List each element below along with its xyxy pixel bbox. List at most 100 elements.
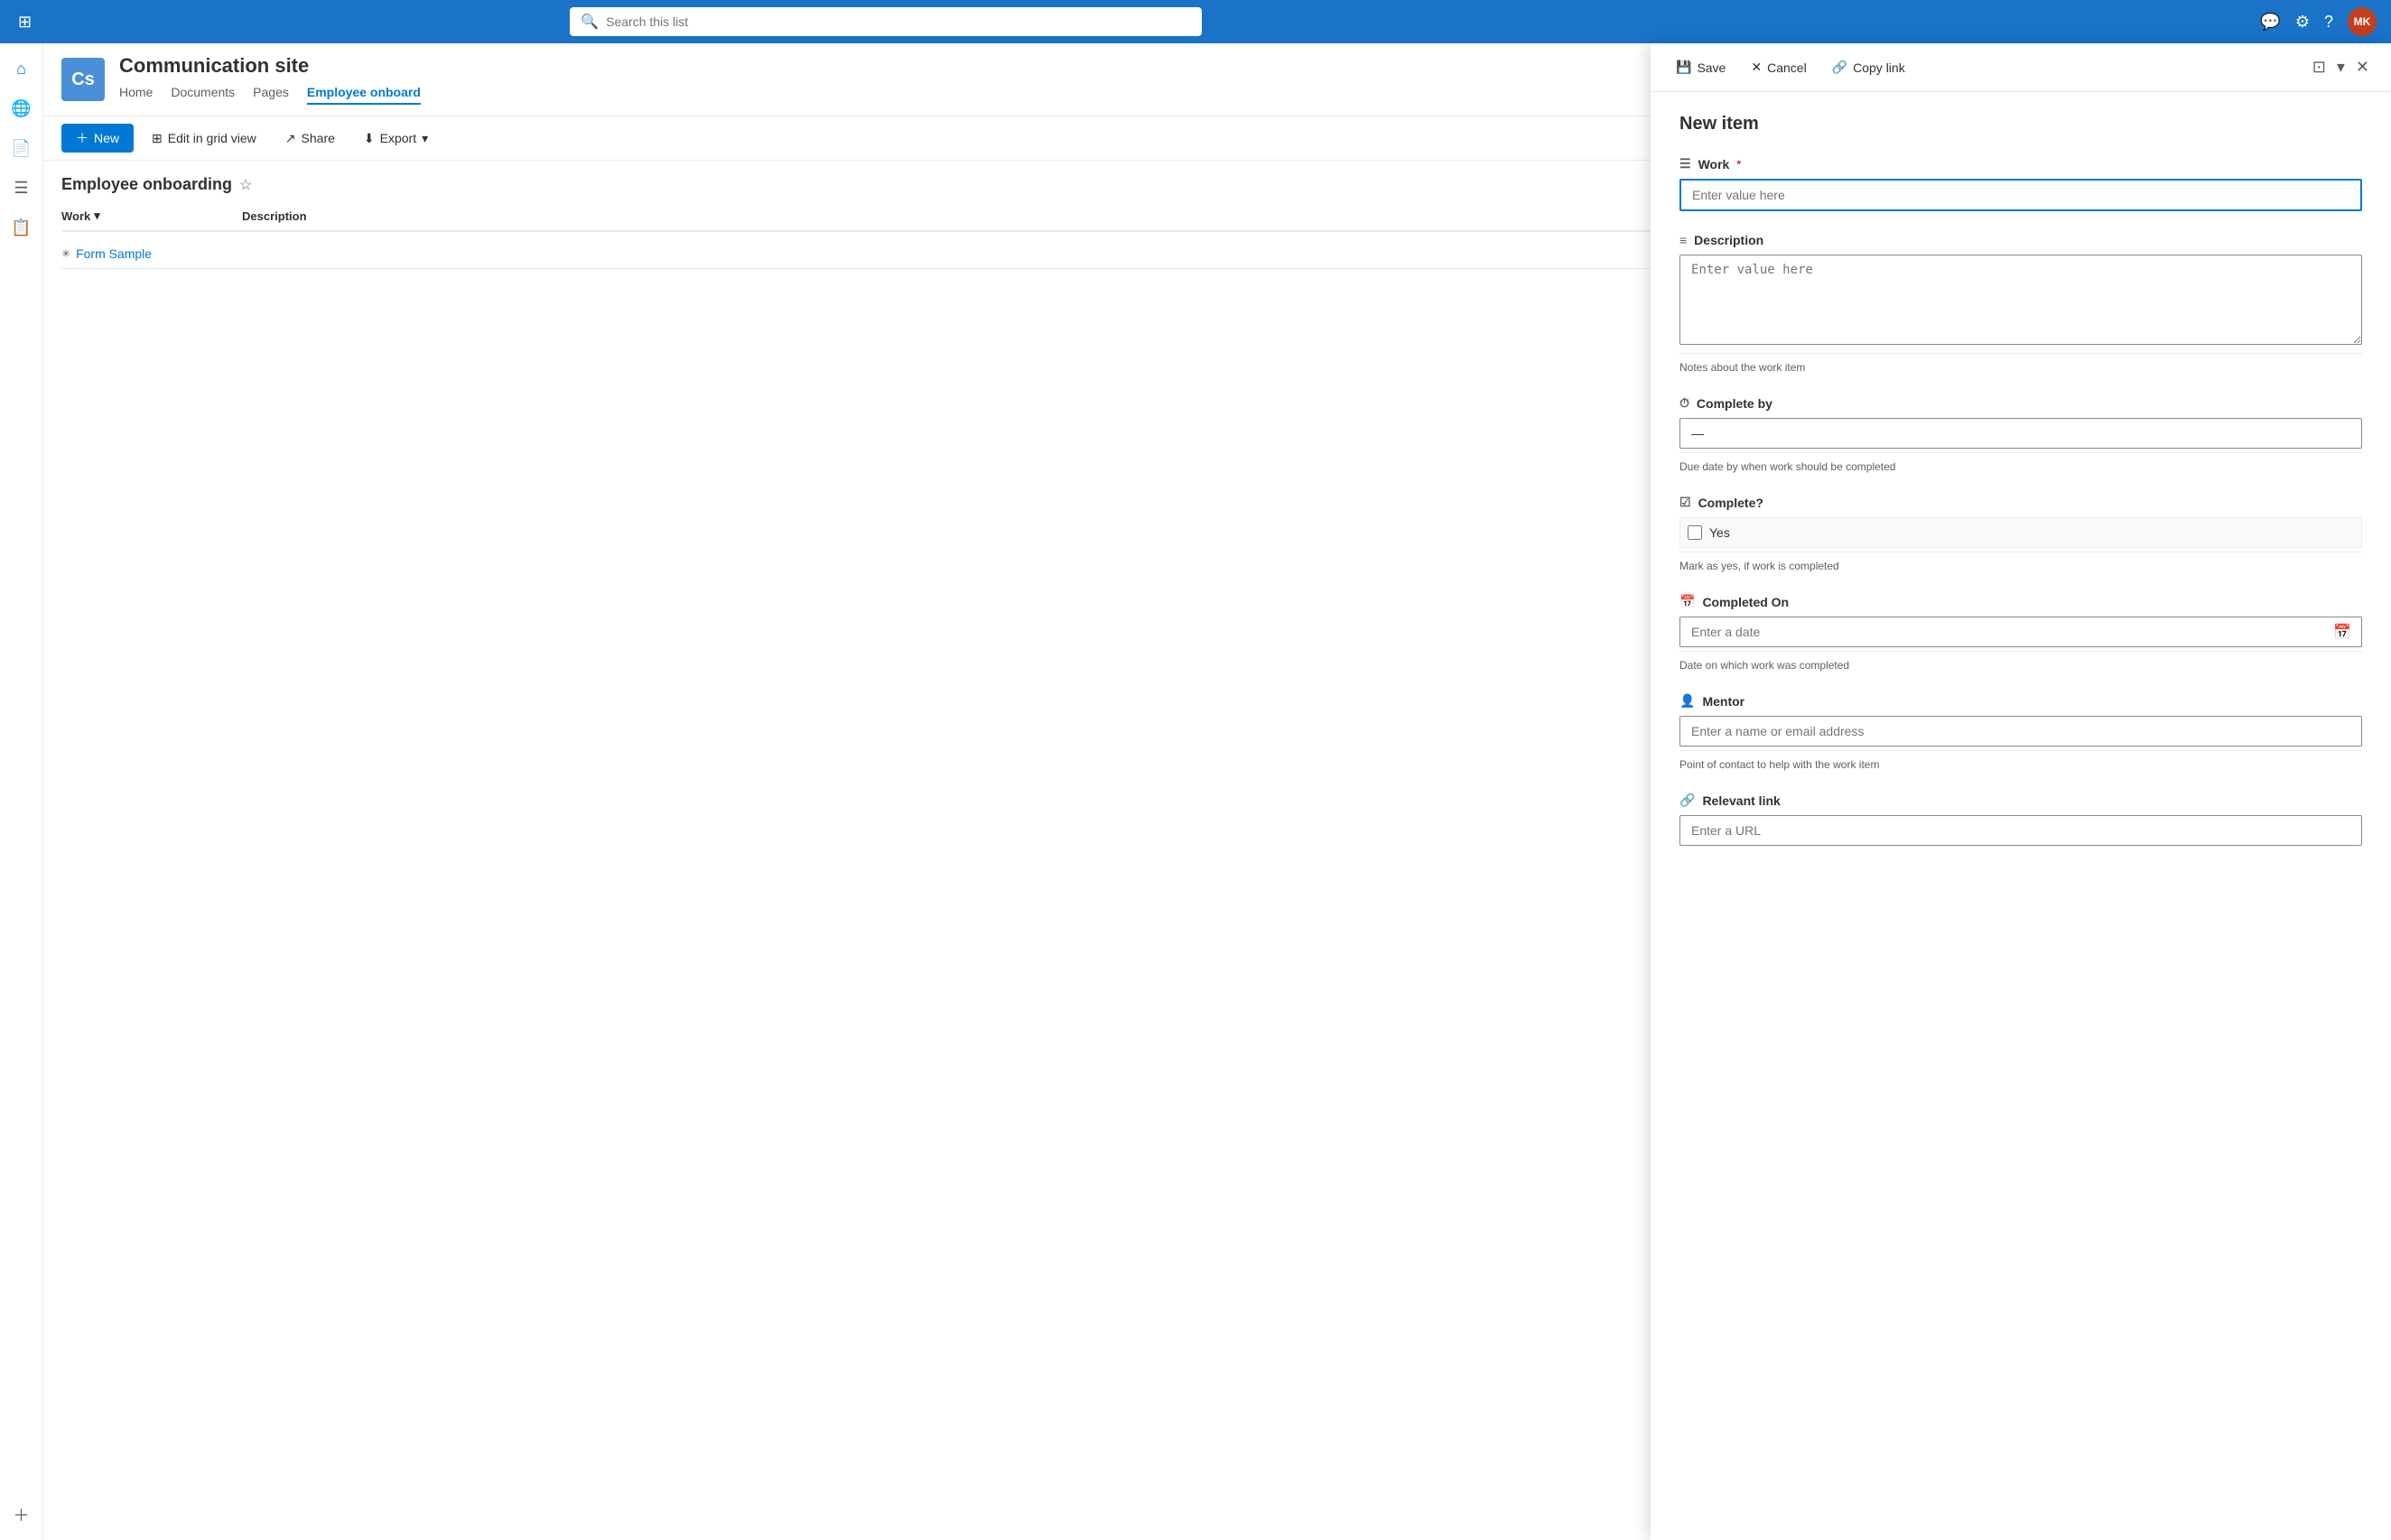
description-hint: Notes about the work item: [1679, 361, 2362, 374]
complete-field: ☑ Complete? Yes Mark as yes, if work is …: [1679, 495, 2362, 572]
waffle-icon[interactable]: ⊞: [14, 9, 35, 35]
top-navigation: ⊞ 🔍 💬 ⚙ ? MK: [0, 0, 2391, 43]
list-title: Employee onboarding: [61, 175, 232, 194]
relevant-link-icon: 🔗: [1679, 793, 1695, 808]
work-field: ☰ Work *: [1679, 156, 2362, 211]
nav-employee-onboard[interactable]: Employee onboard: [307, 81, 421, 105]
mentor-label: 👤 Mentor: [1679, 693, 2362, 709]
complete-by-label-text: Complete by: [1697, 396, 1772, 411]
description-field-icon: ≡: [1679, 233, 1687, 247]
relevant-link-input[interactable]: [1679, 815, 2362, 846]
search-input[interactable]: [606, 14, 1191, 29]
sidebar-item-sites[interactable]: 🌐: [4, 90, 40, 126]
mentor-hint: Point of contact to help with the work i…: [1679, 758, 2362, 771]
description-textarea[interactable]: [1679, 255, 2362, 345]
mentor-input[interactable]: [1679, 716, 2362, 747]
share-label: Share: [302, 131, 335, 145]
description-field: ≡ Description Notes about the work item: [1679, 233, 2362, 374]
mentor-icon: 👤: [1679, 693, 1695, 709]
mentor-field: 👤 Mentor Point of contact to help with t…: [1679, 693, 2362, 771]
search-bar: 🔍: [570, 7, 1202, 36]
panel-dropdown-button[interactable]: ▾: [2333, 54, 2349, 80]
nav-home[interactable]: Home: [119, 81, 153, 105]
mentor-label-text: Mentor: [1702, 694, 1744, 709]
site-logo: Cs: [61, 58, 105, 101]
completed-on-label: 📅 Completed On: [1679, 594, 2362, 609]
top-nav-right: 💬 ⚙ ? MK: [2260, 7, 2377, 36]
settings-icon[interactable]: ⚙: [2295, 13, 2310, 32]
description-field-label: ≡ Description: [1679, 233, 2362, 247]
help-icon[interactable]: ?: [2324, 13, 2333, 32]
close-button[interactable]: ✕: [2352, 54, 2373, 80]
work-input[interactable]: [1679, 179, 2362, 211]
export-button[interactable]: ⬇ Export ▾: [353, 125, 439, 152]
search-icon: 🔍: [581, 13, 599, 31]
sidebar-item-lists[interactable]: ☰: [4, 170, 40, 206]
complete-by-field: ⏱ Complete by Due date by when work shou…: [1679, 395, 2362, 473]
edit-grid-button[interactable]: ⊞ Edit in grid view: [141, 125, 267, 152]
complete-by-input[interactable]: [1679, 418, 2362, 449]
completed-on-wrapper: 📅: [1679, 617, 2362, 647]
work-field-label: ☰ Work *: [1679, 156, 2362, 172]
link-icon: 🔗: [1832, 60, 1847, 75]
new-button-label: New: [94, 131, 119, 145]
row-link[interactable]: Form Sample: [76, 246, 152, 261]
left-sidebar: ⌂ 🌐 📄 ☰ 📋 ＋: [0, 43, 43, 1540]
avatar[interactable]: MK: [2348, 7, 2377, 36]
edit-grid-label: Edit in grid view: [168, 131, 256, 145]
share-button[interactable]: ↗ Share: [274, 125, 346, 152]
work-label-text: Work: [1698, 157, 1730, 172]
save-label: Save: [1697, 60, 1726, 75]
row-cell-work: ✳ Form Sample: [61, 246, 242, 261]
completed-on-label-text: Completed On: [1702, 595, 1789, 609]
panel-expand-button[interactable]: ⊡: [2309, 54, 2330, 80]
complete-by-label: ⏱ Complete by: [1679, 395, 2362, 411]
panel-header-right: ⊡ ▾ ✕: [2309, 54, 2373, 80]
column-header-work[interactable]: Work ▾: [61, 209, 242, 223]
copy-link-label: Copy link: [1853, 60, 1905, 75]
nav-pages[interactable]: Pages: [253, 81, 289, 105]
cancel-button[interactable]: ✕ Cancel: [1744, 56, 1813, 79]
complete-label-text: Complete?: [1698, 496, 1763, 510]
column-description-label: Description: [242, 209, 307, 223]
copy-link-button[interactable]: 🔗 Copy link: [1825, 56, 1912, 79]
share-icon: ↗: [285, 131, 296, 146]
completed-on-icon: 📅: [1679, 594, 1695, 609]
relevant-link-field: 🔗 Relevant link: [1679, 793, 2362, 846]
star-icon[interactable]: ☆: [239, 176, 252, 194]
site-nav: Home Documents Pages Employee onboard: [119, 81, 421, 105]
save-button[interactable]: 💾 Save: [1669, 56, 1733, 79]
sidebar-item-pages[interactable]: 📄: [4, 130, 40, 166]
complete-label: ☑ Complete?: [1679, 495, 2362, 510]
description-label-text: Description: [1694, 233, 1763, 247]
complete-by-icon: ⏱: [1679, 395, 1689, 411]
save-icon: 💾: [1676, 60, 1691, 75]
column-work-label: Work: [61, 209, 90, 223]
completed-on-hint: Date on which work was completed: [1679, 659, 2362, 672]
column-sort-icon: ▾: [94, 209, 100, 223]
yes-checkbox-label[interactable]: Yes: [1709, 525, 1730, 540]
site-info: Communication site Home Documents Pages …: [119, 54, 421, 105]
panel-header: 💾 Save ✕ Cancel 🔗 Copy link ⊡ ▾ ✕: [1651, 43, 2391, 92]
new-button[interactable]: ＋ New: [61, 124, 134, 153]
relevant-link-label: 🔗 Relevant link: [1679, 793, 2362, 808]
required-indicator: *: [1736, 158, 1741, 171]
site-name: Communication site: [119, 54, 421, 78]
nav-documents[interactable]: Documents: [171, 81, 235, 105]
plus-icon: ＋: [76, 129, 88, 147]
complete-hint: Mark as yes, if work is completed: [1679, 560, 2362, 572]
sidebar-item-add[interactable]: ＋: [4, 1497, 40, 1533]
yes-checkbox[interactable]: [1688, 525, 1702, 540]
sidebar-item-library[interactable]: 📋: [4, 209, 40, 246]
export-chevron-icon: ▾: [422, 131, 428, 146]
completed-on-field: 📅 Completed On 📅 Date on which work was …: [1679, 594, 2362, 672]
side-panel: 💾 Save ✕ Cancel 🔗 Copy link ⊡ ▾ ✕ New it…: [1651, 43, 2391, 1540]
completed-on-input[interactable]: [1679, 617, 2362, 647]
cancel-label: Cancel: [1767, 60, 1807, 75]
calendar-picker-icon[interactable]: 📅: [2333, 623, 2351, 641]
chat-icon[interactable]: 💬: [2260, 13, 2280, 32]
sidebar-item-home[interactable]: ⌂: [4, 51, 40, 87]
export-icon: ⬇: [364, 131, 375, 146]
complete-by-hint: Due date by when work should be complete…: [1679, 460, 2362, 473]
grid-icon: ⊞: [152, 131, 163, 146]
